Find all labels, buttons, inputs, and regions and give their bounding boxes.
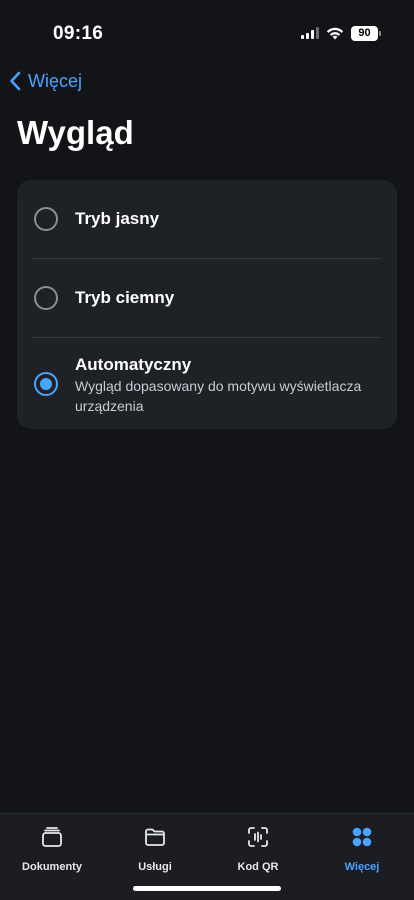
back-label: Więcej <box>28 70 83 91</box>
appearance-options-card: Tryb jasny Tryb ciemny Automatyczny Wygl… <box>17 180 397 429</box>
option-label: Automatyczny <box>75 355 192 374</box>
cellular-signal-icon <box>301 27 319 39</box>
tab-more[interactable]: Więcej <box>314 823 410 873</box>
status-time: 09:16 <box>53 23 104 44</box>
radio-button[interactable] <box>34 286 58 310</box>
option-automatic[interactable]: Automatyczny Wygląd dopasowany do motywu… <box>17 338 397 429</box>
radio-button[interactable] <box>34 207 58 231</box>
status-icons: 90 <box>301 24 381 42</box>
more-grid-icon <box>352 827 372 847</box>
option-label: Tryb jasny <box>75 209 160 228</box>
page-title: Wygląd <box>17 114 134 151</box>
tab-documents[interactable]: Dokumenty <box>4 823 100 873</box>
qr-scan-icon <box>248 827 268 847</box>
option-light-mode[interactable]: Tryb jasny <box>17 180 397 258</box>
documents-icon <box>42 827 62 847</box>
tab-label: Kod QR <box>237 861 279 873</box>
tab-services[interactable]: Usługi <box>107 823 203 873</box>
option-label: Tryb ciemny <box>75 288 175 307</box>
folder-icon <box>145 828 165 846</box>
option-description: Wygląd dopasowany do motywu wyświetlacza… <box>75 378 362 414</box>
option-dark-mode[interactable]: Tryb ciemny <box>17 259 397 337</box>
tab-label: Więcej <box>344 861 380 873</box>
battery-icon: 90 <box>351 25 381 41</box>
back-button[interactable]: Więcej <box>8 66 82 96</box>
tab-label: Usługi <box>138 861 172 873</box>
home-indicator[interactable] <box>133 886 281 891</box>
tab-label: Dokumenty <box>22 861 82 873</box>
wifi-icon <box>326 27 344 39</box>
status-bar: 09:16 90 <box>0 0 414 60</box>
radio-button-selected[interactable] <box>34 372 58 396</box>
chevron-left-icon <box>10 71 21 91</box>
tab-qr-code[interactable]: Kod QR <box>210 823 306 873</box>
